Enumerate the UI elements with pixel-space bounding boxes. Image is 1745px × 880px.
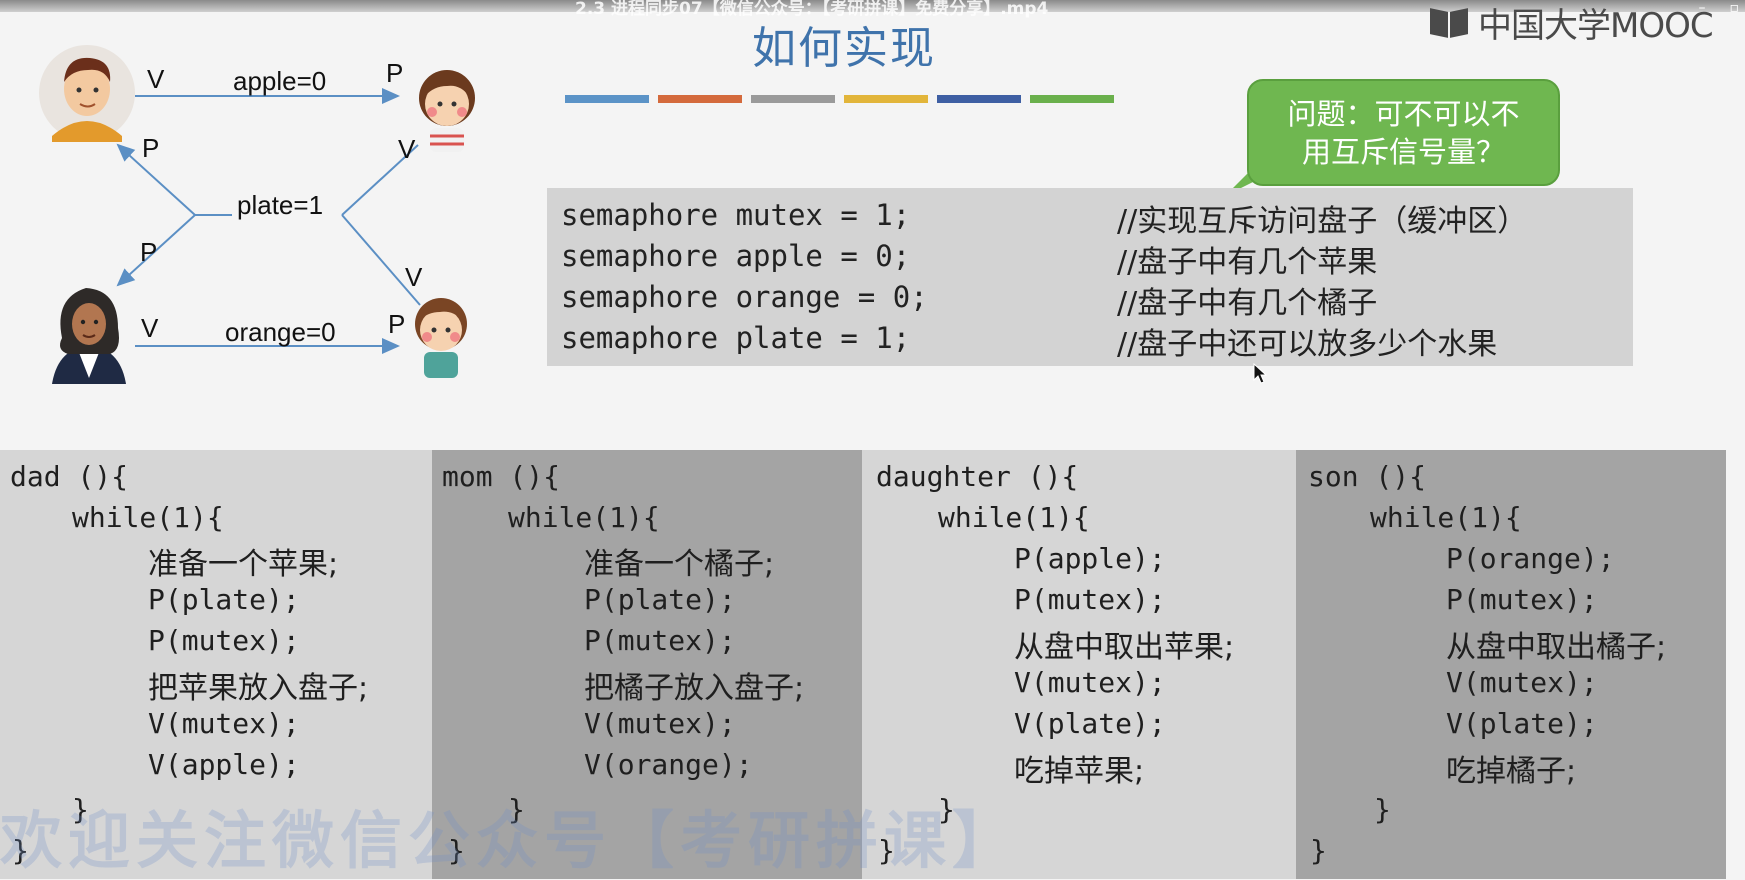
panel-line: V(mutex); <box>1446 666 1598 699</box>
panel-line: 准备一个苹果; <box>148 547 339 582</box>
title-color-bar <box>565 95 649 103</box>
panel-line: 准备一个橘子; <box>584 547 775 582</box>
panel-line: P(plate); <box>584 583 736 616</box>
dad-p-label: P <box>142 133 160 163</box>
panel-line: V(mutex); <box>148 707 300 740</box>
daughter-p-label: P <box>386 58 404 88</box>
question-bubble: 问题：可不可以不 用互斥信号量？ <box>1247 79 1560 186</box>
bubble-line-1: 问题：可不可以不 <box>1287 97 1520 131</box>
producer-consumer-diagram: V apple=0 P P V plate=1 P V V orange=0 P <box>0 30 500 390</box>
title-color-bar <box>1030 95 1114 103</box>
son-p-label: P <box>388 309 406 339</box>
title-color-bar <box>844 95 928 103</box>
panel-line: P(orange); <box>1446 542 1615 575</box>
panel-line: P(mutex); <box>1014 583 1166 616</box>
semaphore-declarations: semaphore mutex = 1; //实现互斥访问盘子（缓冲区） sem… <box>547 188 1633 366</box>
title-color-bar <box>658 95 742 103</box>
panel-line: P(mutex); <box>148 624 300 657</box>
panel-line: V(orange); <box>584 748 753 781</box>
panel-loop: while(1){ <box>1370 501 1522 534</box>
semaphore-apple-comment: //盘子中有几个苹果 <box>1117 245 1378 280</box>
panel-close-outer: } <box>1310 834 1327 867</box>
son-code-panel: son (){ while(1){ P(orange); P(mutex); 从… <box>1296 450 1726 879</box>
panel-line: 把苹果放入盘子; <box>148 671 369 706</box>
panel-line: V(apple); <box>148 748 300 781</box>
semaphore-plate-code: semaphore plate = 1; <box>561 321 911 355</box>
slide-title: 如何实现 <box>752 23 936 74</box>
mom-p-label: P <box>140 237 158 267</box>
mooc-logo: 中国大学MOOC <box>1430 2 1714 46</box>
dad-avatar <box>39 45 135 142</box>
panel-loop: while(1){ <box>938 501 1090 534</box>
panel-line: 吃掉苹果; <box>1014 754 1145 789</box>
panel-line: V(plate); <box>1014 707 1166 740</box>
semaphore-orange-code: semaphore orange = 0; <box>561 280 928 314</box>
plate-semaphore-label: plate=1 <box>237 190 324 220</box>
panel-line: V(plate); <box>1446 707 1598 740</box>
panel-line: P(apple); <box>1014 542 1166 575</box>
son-avatar <box>415 298 467 378</box>
maximize-icon[interactable]: ▫ <box>1730 0 1740 16</box>
book-icon <box>1430 6 1472 38</box>
panel-line: 把橘子放入盘子; <box>584 671 805 706</box>
panel-header: daughter (){ <box>876 460 1079 493</box>
apple-semaphore-label: apple=0 <box>233 66 327 96</box>
son-v-label: V <box>405 262 423 292</box>
dad-v-label: V <box>147 64 165 94</box>
panel-line: V(mutex); <box>1014 666 1166 699</box>
panel-line: P(mutex); <box>1446 583 1598 616</box>
watermark: 欢迎关注微信公众号【考研拼课】 <box>0 804 1021 877</box>
mooc-logo-text: 中国大学MOOC <box>1478 5 1714 46</box>
panel-line: 吃掉橘子; <box>1446 754 1577 789</box>
semaphore-apple-code: semaphore apple = 0; <box>561 239 911 273</box>
panel-line: V(mutex); <box>584 707 736 740</box>
mouse-cursor-icon <box>1253 363 1268 384</box>
title-color-bar <box>751 95 835 103</box>
semaphore-mutex-code: semaphore mutex = 1; <box>561 198 911 232</box>
panel-close-inner: } <box>1374 793 1391 826</box>
panel-line: 从盘中取出橘子; <box>1446 630 1667 665</box>
daughter-v-label: V <box>398 134 416 164</box>
semaphore-mutex-comment: //实现互斥访问盘子（缓冲区） <box>1117 204 1528 239</box>
semaphore-orange-comment: //盘子中有几个橘子 <box>1117 286 1378 321</box>
semaphore-plate-comment: //盘子中还可以放多少个水果 <box>1117 327 1498 362</box>
panel-loop: while(1){ <box>508 501 660 534</box>
panel-header: son (){ <box>1308 460 1427 493</box>
panel-header: mom (){ <box>442 460 561 493</box>
daughter-avatar <box>419 70 475 152</box>
panel-header: dad (){ <box>10 460 129 493</box>
mom-v-label: V <box>141 313 159 343</box>
mom-avatar <box>52 288 126 384</box>
panel-line: P(plate); <box>148 583 300 616</box>
panel-line: P(mutex); <box>584 624 736 657</box>
panel-line: 从盘中取出苹果; <box>1014 630 1235 665</box>
title-color-bar <box>937 95 1021 103</box>
orange-semaphore-label: orange=0 <box>225 317 336 347</box>
bubble-line-2: 用互斥信号量？ <box>1301 135 1505 169</box>
panel-loop: while(1){ <box>72 501 224 534</box>
